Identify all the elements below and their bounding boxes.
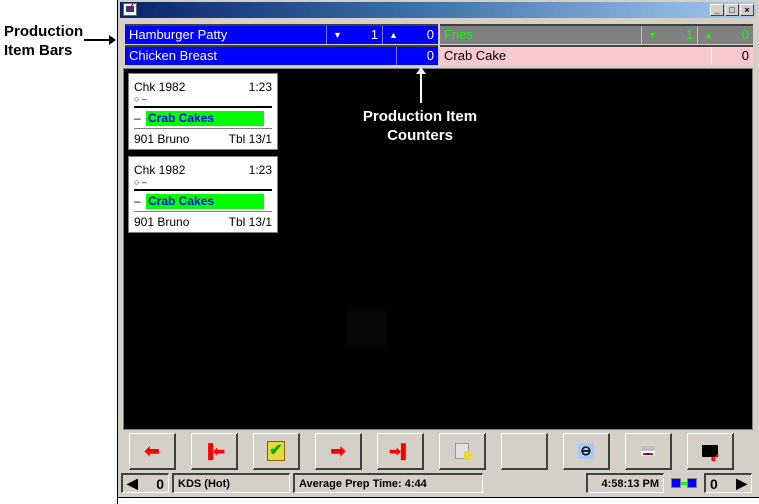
- display-settings-icon: [641, 446, 655, 456]
- last-page-icon: ➡▌: [389, 442, 411, 459]
- station-name: KDS (Hot): [172, 473, 290, 493]
- app-icon[interactable]: [123, 1, 137, 16]
- network-status-icon: [667, 473, 701, 493]
- status-bar: ◀ 0 KDS (Hot) Average Prep Time: 4:44 4:…: [121, 473, 755, 493]
- triangle-down-icon: ▼: [333, 30, 342, 40]
- table-number: Tbl 13/1: [228, 132, 272, 146]
- up-counter: ▲ 0: [382, 26, 438, 44]
- average-prep-time: Average Prep Time: 4:44: [293, 473, 483, 493]
- first-page-button[interactable]: ▐⬅: [191, 433, 238, 470]
- next-button[interactable]: ➡: [315, 433, 362, 470]
- toolbar: ⬅ ▐⬅ ✔ ➡ ➡▌ ⊖ ↙: [123, 433, 753, 471]
- ticket-time: 1:23: [248, 80, 272, 94]
- production-bar-hamburger-patty[interactable]: Hamburger Patty ▼ 1 ▲ 0: [125, 24, 438, 44]
- maximize-button[interactable]: □: [725, 4, 739, 16]
- order-display-area: Chk 1982 1:23 ○ – – Crab Cakes 901 Bruno Tb…: [123, 67, 753, 430]
- annotation-item-bars: Production Item Bars: [4, 23, 84, 59]
- right-count: 0: [710, 475, 718, 492]
- close-button[interactable]: ×: [740, 4, 754, 16]
- bump-check-icon: ✔: [267, 441, 285, 461]
- annotation-arrow: [416, 67, 426, 103]
- item-prefix: –: [134, 194, 141, 208]
- order-ticket[interactable]: Chk 1982 1:23 ○ – – Crab Cakes 901 Bruno Tb…: [128, 156, 278, 233]
- arrow-left-icon[interactable]: ◀: [127, 475, 138, 492]
- arrow-left-icon: ⬅: [144, 440, 160, 461]
- up-counter: ▲ 0: [697, 26, 753, 44]
- divider: [134, 128, 272, 129]
- kds-window: _ □ × Hamburger Patty ▼1 ▲0 Chicken Brea…: [117, 0, 759, 504]
- server-name: 901 Bruno: [134, 215, 190, 229]
- display-settings-button[interactable]: [625, 433, 672, 470]
- ticket-time: 1:23: [248, 163, 272, 177]
- title-bar: _ □ ×: [120, 1, 756, 18]
- production-bar-fries[interactable]: Fries ▼ 1 ▲ 0: [440, 24, 753, 44]
- exit-button[interactable]: ↙: [687, 433, 734, 470]
- table-number: Tbl 13/1: [228, 215, 272, 229]
- divider: [134, 211, 272, 212]
- check-number: Chk 1982: [134, 163, 186, 177]
- order-ticket[interactable]: Chk 1982 1:23 ○ – – Crab Cakes 901 Bruno Tb…: [128, 73, 278, 150]
- down-counter: ▼ 1: [326, 26, 382, 44]
- down-count: 1: [685, 27, 693, 42]
- first-page-icon: ▐⬅: [203, 442, 225, 459]
- up-count: 0: [741, 27, 749, 42]
- divider: [134, 106, 272, 108]
- triangle-down-icon: ▼: [648, 30, 657, 40]
- check-number: Chk 1982: [134, 80, 186, 94]
- annotation-arrow: [84, 35, 116, 45]
- triangle-up-icon: ▲: [704, 30, 713, 40]
- production-counter: 0: [396, 47, 438, 65]
- production-bar-crab-cake[interactable]: Crab Cake 0: [440, 45, 753, 65]
- steering-button[interactable]: ⊖: [563, 433, 610, 470]
- divider: [134, 189, 272, 191]
- ticket-status: ○ –: [134, 177, 147, 187]
- left-pager[interactable]: ◀ 0: [121, 473, 169, 493]
- previous-button[interactable]: ⬅: [129, 433, 176, 470]
- right-pager[interactable]: 0 ▶: [704, 473, 752, 493]
- production-item-name: Crab Cake: [444, 48, 507, 63]
- decorative-square: [347, 311, 387, 346]
- production-bar-chicken-breast[interactable]: Chicken Breast 0: [125, 45, 438, 65]
- last-page-button[interactable]: ➡▌: [377, 433, 424, 470]
- server-name: 901 Bruno: [134, 132, 190, 146]
- minimize-button[interactable]: _: [710, 4, 724, 16]
- clock: 4:58:13 PM: [586, 473, 664, 493]
- recall-icon: [455, 443, 471, 460]
- triangle-up-icon: ▲: [389, 30, 398, 40]
- exit-icon: ↙: [702, 445, 720, 463]
- up-count: 0: [426, 27, 434, 42]
- bump-button[interactable]: ✔: [253, 433, 300, 470]
- production-item-name: Chicken Breast: [129, 48, 218, 63]
- production-item-name: Fries: [444, 27, 473, 42]
- arrow-right-icon: ➡: [330, 440, 346, 461]
- blank-button[interactable]: [501, 433, 548, 470]
- left-count: 0: [156, 475, 164, 492]
- arrow-right-icon[interactable]: ▶: [736, 475, 747, 492]
- annotation-item-counters: Production Item Counters: [362, 108, 478, 144]
- production-counter: 0: [711, 47, 753, 65]
- ticket-item[interactable]: Crab Cakes: [146, 194, 264, 209]
- recall-button[interactable]: [439, 433, 486, 470]
- down-counter: ▼ 1: [641, 26, 697, 44]
- steering-wheel-icon: ⊖: [578, 443, 594, 459]
- window-bottom-edge: [118, 497, 759, 504]
- ticket-status: ○ –: [134, 94, 147, 104]
- production-item-name: Hamburger Patty: [129, 27, 228, 42]
- ticket-item[interactable]: Crab Cakes: [146, 111, 264, 126]
- item-prefix: –: [134, 111, 141, 125]
- down-count: 1: [370, 27, 378, 42]
